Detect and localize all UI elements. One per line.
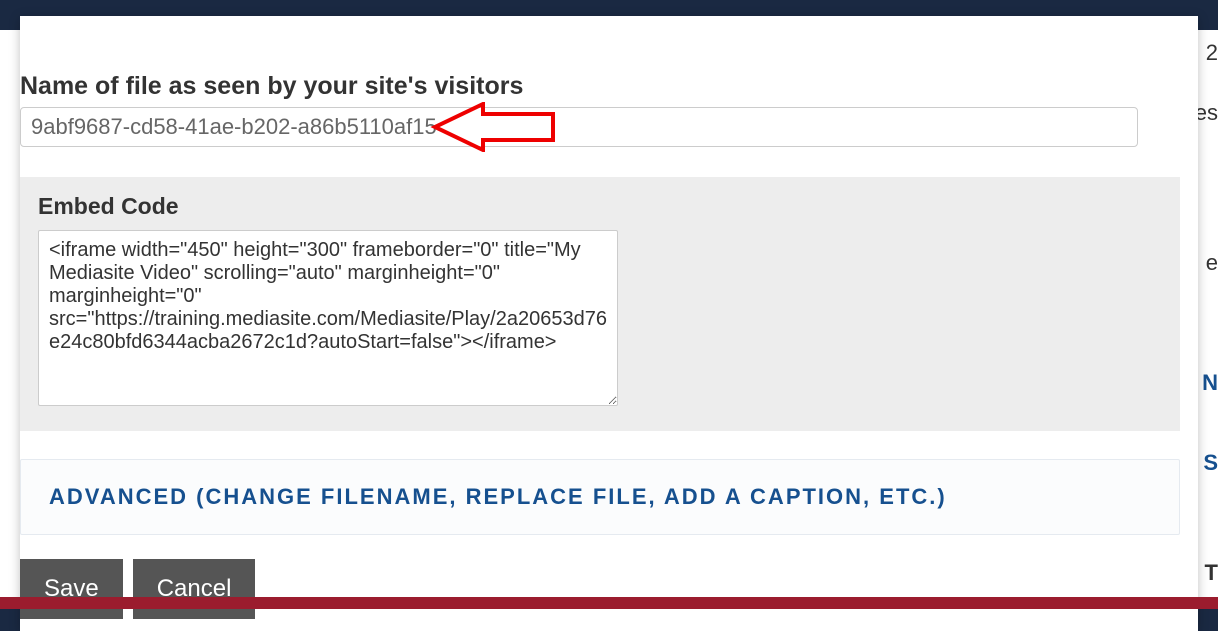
footer-red-bar [0,597,1218,609]
embed-code-section: Embed Code [20,177,1180,431]
filename-label: Name of file as seen by your site's visi… [20,32,1198,107]
bg-partial-5: S [1203,450,1218,476]
bg-partial-1: 2 [1206,40,1218,66]
embed-code-textarea[interactable] [38,230,618,406]
filename-input[interactable] [20,107,1138,147]
bg-partial-6: T [1205,560,1218,586]
bg-partial-4: N [1202,370,1218,396]
embed-code-label: Embed Code [38,193,1162,220]
cancel-button[interactable]: Cancel [133,559,256,619]
bg-partial-3: e [1206,250,1218,276]
file-dialog-modal: Name of file as seen by your site's visi… [20,16,1198,631]
save-button[interactable]: Save [20,559,123,619]
advanced-section[interactable]: ADVANCED (CHANGE FILENAME, REPLACE FILE,… [20,459,1180,535]
advanced-toggle-link[interactable]: ADVANCED (CHANGE FILENAME, REPLACE FILE,… [49,484,947,509]
bg-partial-2: es [1195,100,1218,126]
